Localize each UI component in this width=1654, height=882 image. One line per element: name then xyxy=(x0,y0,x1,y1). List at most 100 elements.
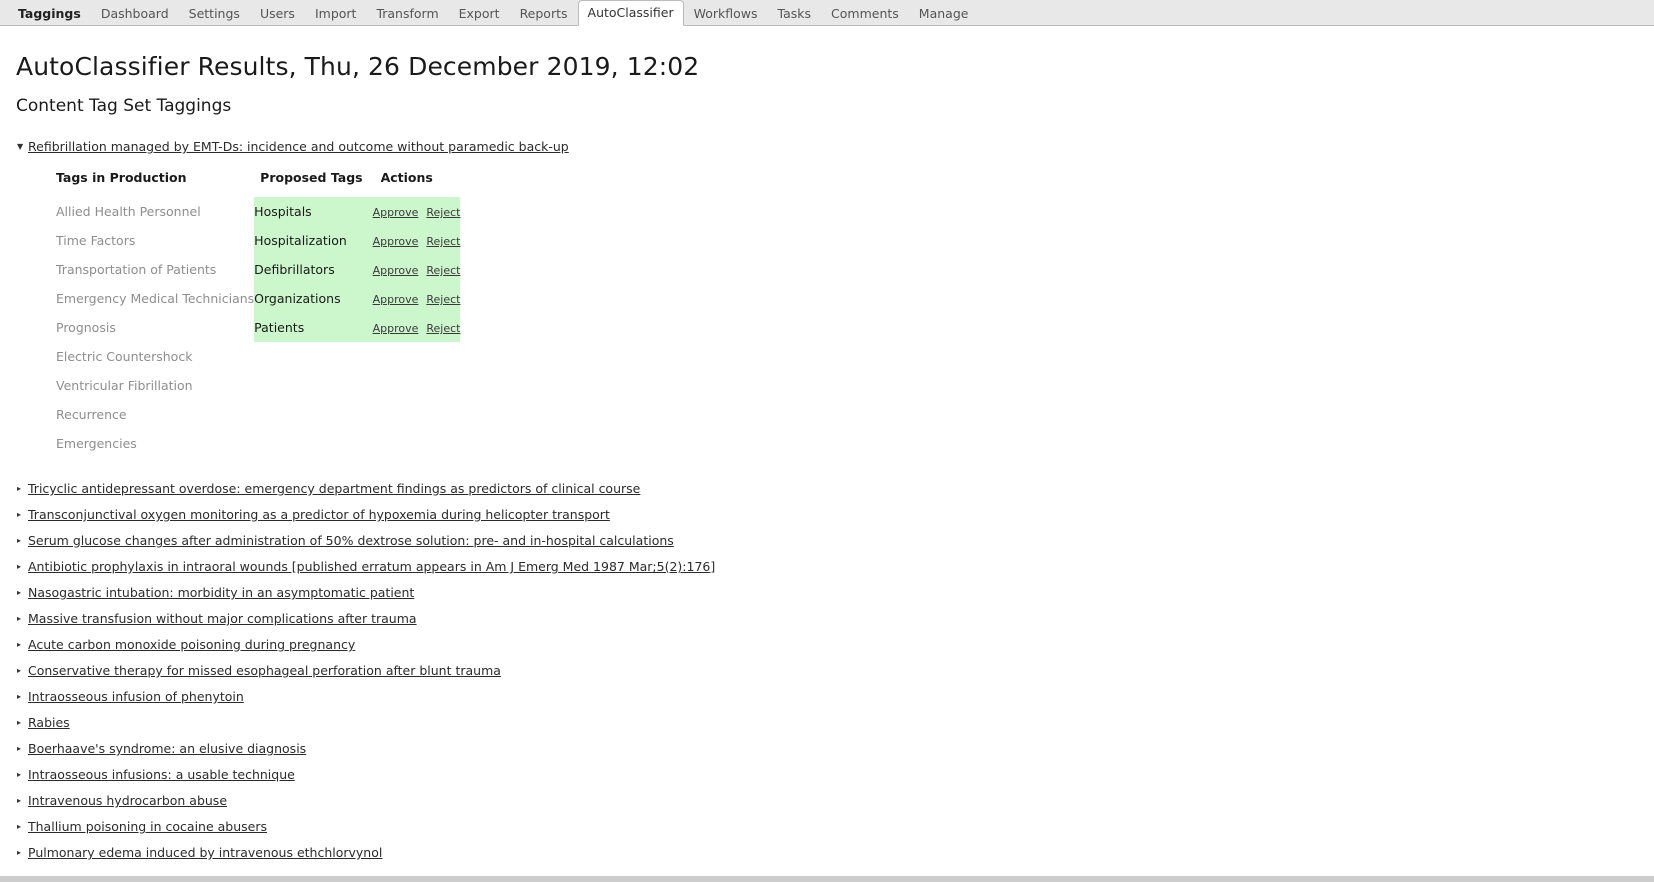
document-entry: ▸ Conservative therapy for missed esophag… xyxy=(16,658,1638,684)
tab-settings[interactable]: Settings xyxy=(179,1,250,26)
caret-right-icon[interactable]: ▸ xyxy=(16,846,28,860)
tab-import[interactable]: Import xyxy=(305,1,367,26)
proposed-tag-cell xyxy=(254,342,372,371)
reject-tag-button[interactable]: Reject xyxy=(426,235,460,248)
table-header-row: Tags in Production Proposed Tags Actions xyxy=(56,170,460,197)
reject-tag-button[interactable]: Reject xyxy=(426,322,460,335)
tab-manage[interactable]: Manage xyxy=(909,1,979,26)
table-row: Emergency Medical Technicians Organizatio… xyxy=(56,284,461,313)
caret-right-icon[interactable]: ▸ xyxy=(16,560,28,574)
actions-cell: Approve Reject xyxy=(372,197,461,226)
document-row: ▸ Intraosseous infusion of phenytoin xyxy=(16,684,1638,710)
approve-tag-button[interactable]: Approve xyxy=(373,293,419,306)
proposed-tag-cell: Hospitalization xyxy=(254,226,373,255)
table-row: Allied Health Personnel Hospitals Approve R… xyxy=(56,197,461,226)
proposed-tag-cell xyxy=(254,400,372,429)
document-title-link[interactable]: Tricyclic antidepressant overdose: emerg… xyxy=(28,482,640,496)
approve-tag-button[interactable]: Approve xyxy=(373,206,419,219)
caret-right-icon[interactable]: ▸ xyxy=(16,638,28,652)
tab-workflows[interactable]: Workflows xyxy=(684,1,768,26)
document-title-link[interactable]: Transconjunctival oxygen monitoring as a… xyxy=(28,508,610,522)
proposed-tag-cell xyxy=(254,429,372,458)
caret-right-icon[interactable]: ▸ xyxy=(16,742,28,756)
approve-tag-button[interactable]: Approve xyxy=(373,235,419,248)
reject-tag-button[interactable]: Reject xyxy=(426,206,460,219)
table-row: Electric Countershock xyxy=(56,342,460,371)
table-row: Recurrence xyxy=(56,400,460,429)
actions-cell xyxy=(373,342,461,371)
caret-right-icon[interactable]: ▸ xyxy=(16,716,28,730)
tab-users[interactable]: Users xyxy=(250,1,305,26)
tab-reports[interactable]: Reports xyxy=(510,1,578,26)
document-title-link[interactable]: Nasogastric intubation: morbidity in an … xyxy=(28,586,414,600)
document-entry: ▸ Massive transfusion without major compl… xyxy=(16,606,1638,632)
production-tag-cell: Transportation of Patients xyxy=(56,262,217,277)
table-row: Time Factors Hospitalization Approve Reject xyxy=(56,226,461,255)
document-title-link[interactable]: Intraosseous infusion of phenytoin xyxy=(28,690,244,704)
document-row: ▸ Antibiotic prophylaxis in intraoral wou… xyxy=(16,554,1638,580)
document-title-link[interactable]: Refibrillation managed by EMT-Ds: incide… xyxy=(28,140,569,154)
proposed-tag-cell xyxy=(254,371,372,400)
caret-right-icon[interactable]: ▸ xyxy=(16,820,28,834)
caret-right-icon[interactable]: ▸ xyxy=(16,612,28,626)
document-title-link[interactable]: Thallium poisoning in cocaine abusers xyxy=(28,820,267,834)
document-title-link[interactable]: Rabies xyxy=(28,716,70,730)
bulk-actions-footer: Approve All Reject All xyxy=(0,876,1654,882)
production-tag-cell: Prognosis xyxy=(56,320,116,335)
caret-right-icon[interactable]: ▸ xyxy=(16,690,28,704)
reject-tag-button[interactable]: Reject xyxy=(426,264,460,277)
approve-tag-button[interactable]: Approve xyxy=(373,322,419,335)
reject-tag-button[interactable]: Reject xyxy=(426,293,460,306)
document-row: ▸ Boerhaave's syndrome: an elusive diagno… xyxy=(16,736,1638,762)
approve-tag-button[interactable]: Approve xyxy=(373,264,419,277)
document-row: ▸ Intravenous hydrocarbon abuse xyxy=(16,788,1638,814)
document-title-link[interactable]: Conservative therapy for missed esophage… xyxy=(28,664,501,678)
actions-cell: Approve Reject xyxy=(372,255,461,284)
production-tag-cell: Emergencies xyxy=(56,436,137,451)
document-entry: ▸ Acute carbon monoxide poisoning during … xyxy=(16,632,1638,658)
document-title-link[interactable]: Intraosseous infusions: a usable techniq… xyxy=(28,768,295,782)
caret-right-icon[interactable]: ▸ xyxy=(16,586,28,600)
production-tag-cell: Time Factors xyxy=(56,233,136,248)
actions-cell: Approve Reject xyxy=(372,226,461,255)
document-title-link[interactable]: Antibiotic prophylaxis in intraoral woun… xyxy=(28,560,715,574)
tab-dashboard[interactable]: Dashboard xyxy=(91,1,179,26)
tab-comments[interactable]: Comments xyxy=(821,1,909,26)
caret-right-icon[interactable]: ▸ xyxy=(16,794,28,808)
tab-autoclassifier[interactable]: AutoClassifier xyxy=(577,0,684,26)
actions-cell: Approve Reject xyxy=(372,313,461,342)
tab-tasks[interactable]: Tasks xyxy=(768,1,822,26)
document-entry: ▼ Refibrillation managed by EMT-Ds: incid… xyxy=(16,134,1638,458)
document-list: ▼ Refibrillation managed by EMT-Ds: incid… xyxy=(16,134,1638,866)
document-entry: ▸ Serum glucose changes after administrat… xyxy=(16,528,1638,554)
document-title-link[interactable]: Pulmonary edema induced by intravenous e… xyxy=(28,846,382,860)
caret-right-icon[interactable]: ▸ xyxy=(16,768,28,782)
tab-export[interactable]: Export xyxy=(449,1,510,26)
production-tag-cell: Emergency Medical Technicians xyxy=(56,291,255,306)
table-row: Prognosis Patients Approve Reject xyxy=(56,313,461,342)
column-header-actions: Actions xyxy=(380,170,433,185)
document-title-link[interactable]: Intravenous hydrocarbon abuse xyxy=(28,794,227,808)
document-entry: ▸ Intraosseous infusions: a usable techni… xyxy=(16,762,1638,788)
proposed-tag-cell: Organizations xyxy=(254,284,373,313)
document-row: ▸ Acute carbon monoxide poisoning during … xyxy=(16,632,1638,658)
document-title-link[interactable]: Massive transfusion without major compli… xyxy=(28,612,417,626)
caret-right-icon[interactable]: ▸ xyxy=(16,664,28,678)
caret-right-icon[interactable]: ▸ xyxy=(16,534,28,548)
document-row: ▼ Refibrillation managed by EMT-Ds: incid… xyxy=(16,134,1638,160)
document-entry: ▸ Intraosseous infusion of phenytoin xyxy=(16,684,1638,710)
document-title-link[interactable]: Serum glucose changes after administrati… xyxy=(28,534,674,548)
tab-transform[interactable]: Transform xyxy=(366,1,448,26)
document-entry: ▸ Thallium poisoning in cocaine abusers xyxy=(16,814,1638,840)
page-content: AutoClassifier Results, Thu, 26 December… xyxy=(0,52,1654,882)
document-row: ▸ Conservative therapy for missed esophag… xyxy=(16,658,1638,684)
caret-right-icon[interactable]: ▸ xyxy=(16,482,28,496)
caret-right-icon[interactable]: ▸ xyxy=(16,508,28,522)
caret-down-icon[interactable]: ▼ xyxy=(16,140,28,154)
actions-cell xyxy=(373,400,461,429)
document-row: ▸ Thallium poisoning in cocaine abusers xyxy=(16,814,1638,840)
document-title-link[interactable]: Boerhaave's syndrome: an elusive diagnos… xyxy=(28,742,306,756)
nav-brand-taggings[interactable]: Taggings xyxy=(8,1,91,26)
document-title-link[interactable]: Acute carbon monoxide poisoning during p… xyxy=(28,638,355,652)
document-row: ▸ Intraosseous infusions: a usable techni… xyxy=(16,762,1638,788)
